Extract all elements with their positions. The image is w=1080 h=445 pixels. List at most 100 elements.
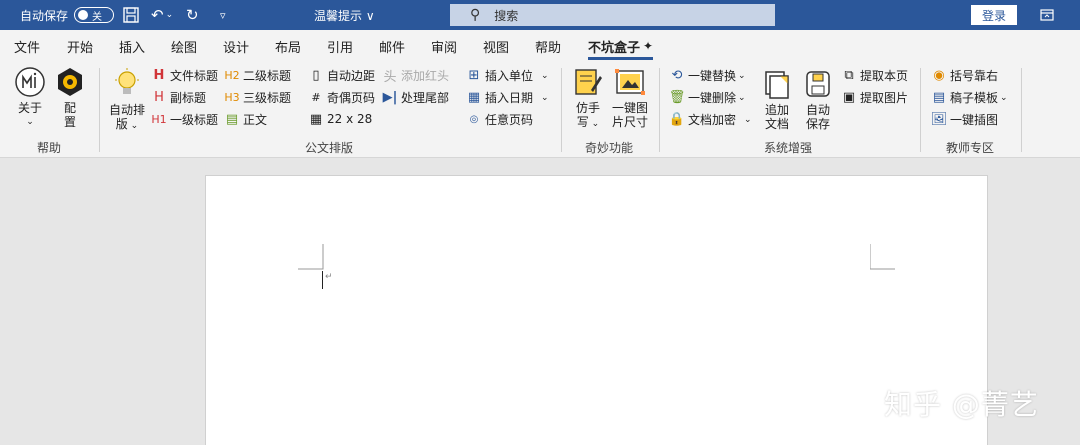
document-page[interactable]: ↵: [205, 175, 988, 445]
add-red-header-button[interactable]: 头添加红头: [382, 67, 450, 85]
group-label-format: 公文排版: [305, 141, 354, 155]
extract-image-icon: ▣: [842, 90, 856, 105]
config-button[interactable]: 配 置: [54, 66, 86, 129]
ribbon-panel: 关于 ⌄ 配 置 帮助 自动排 版 ⌄ H 文件标题 H 副标题 H1 一级标题 H2…: [0, 62, 1080, 158]
group-divider: [99, 68, 100, 152]
image-icon: [614, 66, 646, 98]
trash-icon: 🗑: [668, 90, 686, 105]
delete-button[interactable]: 🗑 一键删除 ⌄: [669, 89, 746, 106]
append-doc-button[interactable]: 追加 文档: [761, 68, 793, 131]
customize-toolbar-icon[interactable]: ▿: [220, 0, 226, 30]
insert-unit-label: 插入单位: [485, 69, 534, 83]
replace-label: 一键替换: [688, 69, 737, 83]
login-button[interactable]: 登录: [971, 5, 1017, 25]
insert-picture-button[interactable]: 🖼 一键插图: [931, 111, 998, 128]
template-label: 稿子模板: [950, 91, 999, 105]
h3-icon: H3: [224, 91, 240, 104]
auto-save-label-1: 自动: [805, 103, 830, 117]
document-title[interactable]: 温馨提示 ∨: [314, 0, 375, 30]
redo-icon[interactable]: ↻: [186, 0, 199, 30]
tab-mailings[interactable]: 邮件: [379, 30, 405, 62]
save-icon[interactable]: [122, 0, 140, 30]
insert-unit-button[interactable]: ⊞ 插入单位 ⌄: [466, 67, 549, 84]
h3-button[interactable]: H3 三级标题: [224, 89, 291, 106]
chevron-down-icon: ⌄: [738, 70, 746, 81]
h2-button[interactable]: H2 二级标题: [224, 67, 291, 84]
auto-save-label-2: 保存: [805, 117, 830, 131]
auto-save-button[interactable]: 自动 保存: [802, 68, 834, 131]
odd-even-page-button[interactable]: # 奇偶页码: [308, 89, 375, 106]
extract-image-label: 提取图片: [860, 91, 909, 105]
grid-size-button[interactable]: ▦ 22 x 28: [308, 111, 372, 127]
tab-layout[interactable]: 布局: [275, 30, 301, 62]
tab-help[interactable]: 帮助: [535, 30, 561, 62]
ribbon-display-icon[interactable]: [1040, 0, 1054, 30]
undo-icon[interactable]: ↶ ⌄: [151, 0, 173, 30]
group-label-help: 帮助: [37, 141, 62, 155]
unit-icon: ⊞: [468, 68, 480, 83]
add-red-header-label: 添加红头: [401, 69, 450, 83]
margin-corner-top-left: [298, 244, 324, 270]
about-button[interactable]: 关于 ⌄: [12, 66, 48, 129]
extract-page-button[interactable]: ⧉ 提取本页: [841, 67, 908, 84]
handwrite-label-1: 仿手: [575, 101, 600, 115]
handwrite-button[interactable]: 仿手 写 ⌄: [570, 66, 606, 131]
bracket-right-button[interactable]: ◉ 括号靠右: [931, 67, 998, 84]
page-circle-icon: ◎: [469, 114, 479, 125]
group-divider: [659, 68, 660, 152]
h1-button[interactable]: H1 一级标题: [151, 111, 218, 128]
insert-date-button[interactable]: ▦ 插入日期 ⌄: [466, 89, 549, 106]
odd-even-page-label: 奇偶页码: [327, 91, 376, 105]
chevron-down-icon: ⌄: [541, 92, 549, 103]
bracket-right-label: 括号靠右: [950, 69, 999, 83]
tab-insert[interactable]: 插入: [119, 30, 145, 62]
process-tail-label: 处理尾部: [401, 91, 450, 105]
h1-label: 一级标题: [170, 113, 219, 127]
tab-review[interactable]: 审阅: [431, 30, 457, 62]
doc-title-button[interactable]: H 文件标题: [151, 67, 218, 84]
search-placeholder: 搜索: [494, 8, 519, 23]
tab-file[interactable]: 文件: [14, 30, 40, 62]
image-size-button[interactable]: 一键图 片尺寸: [610, 66, 650, 129]
template-button[interactable]: ▤ 稿子模板 ⌄: [931, 89, 1008, 106]
insert-date-label: 插入日期: [485, 91, 534, 105]
tab-bukeng-box[interactable]: 不坑盒子 ✦: [588, 30, 654, 62]
autosave-label: 自动保存: [20, 8, 69, 23]
body-text-label: 正文: [243, 113, 268, 127]
tab-home[interactable]: 开始: [67, 30, 93, 62]
delete-label: 一键删除: [688, 91, 737, 105]
page-margin-icon: ▯: [312, 68, 320, 83]
auto-margin-button[interactable]: ▯ 自动边距: [308, 67, 375, 84]
toggle-knob: [78, 10, 89, 20]
doc-title-label: 文件标题: [170, 69, 219, 83]
title-bar: 自动保存 关 ↶ ⌄ ↻ ▿ 温馨提示 ∨ ⚲ 搜索 登录: [0, 0, 1080, 30]
encrypt-button[interactable]: 🔒 文档加密 ⌄: [669, 111, 752, 128]
tab-design[interactable]: 设计: [223, 30, 249, 62]
process-tail-button[interactable]: ▶| 处理尾部: [382, 89, 449, 106]
tab-references[interactable]: 引用: [327, 30, 353, 62]
group-label-magic: 奇妙功能: [585, 141, 634, 155]
autosave-toggle[interactable]: 关: [74, 7, 115, 23]
watermark: 知乎 @菁艺: [884, 388, 1039, 421]
autosave-control[interactable]: 自动保存 关: [20, 0, 115, 30]
extract-image-button[interactable]: ▣ 提取图片: [841, 89, 908, 106]
tab-view[interactable]: 视图: [483, 30, 509, 62]
about-label: 关于: [17, 101, 42, 115]
tab-draw[interactable]: 绘图: [171, 30, 197, 62]
replace-button[interactable]: ⟲ 一键替换 ⌄: [669, 67, 746, 84]
any-page-button[interactable]: ◎ 任意页码: [466, 111, 533, 128]
autosave-state: 关: [92, 11, 103, 23]
any-page-label: 任意页码: [485, 113, 534, 127]
handwrite-label-2: 写 ⌄: [576, 115, 600, 129]
auto-format-button[interactable]: 自动排 版 ⌄: [108, 68, 146, 133]
h2-label: 二级标题: [243, 69, 292, 83]
body-text-button[interactable]: ▤ 正文: [224, 111, 267, 128]
text-cursor: [322, 271, 323, 289]
subtitle-button[interactable]: H 副标题: [151, 89, 206, 106]
replace-icon: ⟲: [671, 68, 683, 83]
tab-bukeng-box-label: 不坑盒子: [588, 40, 641, 56]
append-doc-label-2: 文档: [764, 117, 789, 131]
margin-corner-top-right: [870, 244, 895, 270]
search-input[interactable]: ⚲ 搜索: [450, 4, 775, 26]
subtitle-label: 副标题: [170, 91, 207, 105]
